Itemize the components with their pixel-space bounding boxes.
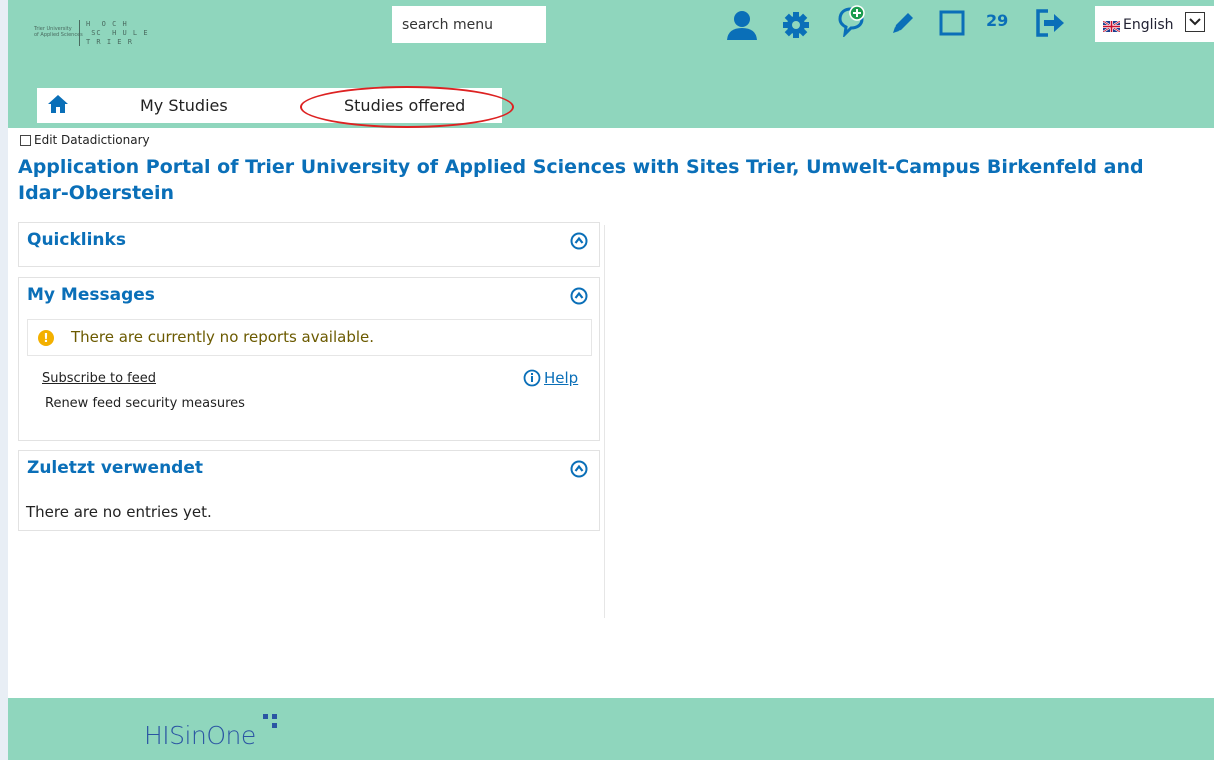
logo-separator [79,20,80,46]
messages-title: My Messages [27,285,155,305]
footer-bar: HISinOne [8,698,1214,760]
edit-datadictionary-label: Edit Datadictionary [34,133,150,147]
gear-icon[interactable] [782,10,810,40]
collapse-icon[interactable] [570,460,588,478]
info-text: There are currently no reports available… [71,328,375,346]
renew-feed-text[interactable]: Renew feed security measures [45,396,245,411]
edit-datadictionary-checkbox[interactable] [20,134,31,146]
subscribe-feed-link[interactable]: Subscribe to feed [42,371,156,386]
quicklinks-title: Quicklinks [27,230,126,250]
logout-icon[interactable] [1033,6,1067,40]
chevron-down-icon [1189,18,1201,26]
recent-title: Zuletzt verwendet [27,458,204,478]
edit-datadictionary[interactable]: Edit Datadictionary [20,133,150,147]
home-icon [48,95,68,113]
language-dropdown[interactable] [1185,12,1205,32]
info-icon: ! [38,330,54,346]
tab-my-studies[interactable]: My Studies [140,96,228,115]
footer-brand: HISinOne [144,721,256,750]
home-tab[interactable] [47,94,69,118]
search-menu-input[interactable]: search menu [392,6,546,43]
quicklinks-panel: Quicklinks [18,222,600,267]
recent-panel: Zuletzt verwendet There are no entries y… [18,450,600,531]
user-icon[interactable] [725,10,759,40]
brand-dots-icon [263,714,277,728]
recent-empty-text: There are no entries yet. [26,503,212,521]
university-logo[interactable]: Trier University of Applied Sciences H O… [28,10,168,46]
column-divider [604,225,605,618]
collapse-icon[interactable] [570,287,588,305]
highlight-annotation [300,86,514,128]
pencil-icon[interactable] [888,8,918,38]
language-selector[interactable]: English [1095,6,1214,42]
logo-wordmark: H O C H SC H U L E T R I E R [86,20,149,46]
notification-count[interactable]: 29 [986,11,1008,30]
left-edge-bar [0,0,8,760]
collapse-icon[interactable] [570,232,588,250]
uk-flag-icon [1103,21,1120,32]
help-link[interactable]: Help [523,369,578,387]
add-comment-icon[interactable] [836,4,868,38]
square-icon[interactable] [937,8,967,38]
info-message: ! There are currently no reports availab… [27,319,592,356]
info-circle-icon [523,369,541,387]
help-label: Help [544,369,579,387]
logo-small-text: Trier University of Applied Sciences [34,26,83,38]
page-title: Application Portal of Trier University o… [18,156,1144,204]
messages-panel: My Messages ! There are currently no rep… [18,277,600,441]
language-label: English [1123,17,1174,33]
